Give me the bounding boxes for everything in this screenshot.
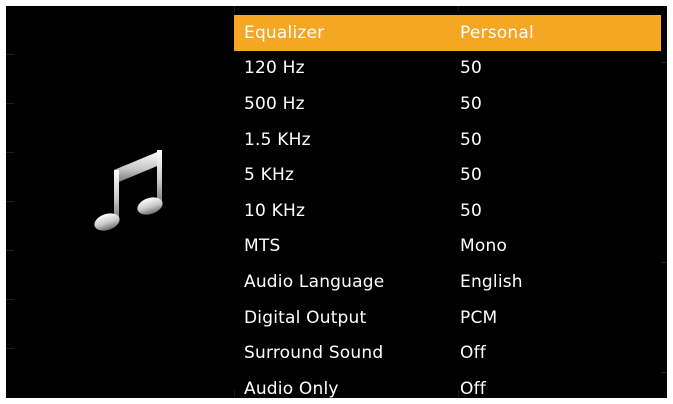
menu-item-label: Digital Output [244,307,367,328]
menu-item-label: 500 Hz [244,93,305,114]
audio-settings-screen: Equalizer Personal 120 Hz 50 500 Hz 50 1… [6,6,667,398]
menu-item-value: 50 [460,165,483,186]
menu-item-value: 50 [460,129,483,150]
menu-item-value: English [460,271,523,292]
menu-item-audio-only[interactable]: Audio Only Off [234,371,661,398]
menu-item-120hz[interactable]: 120 Hz 50 [234,51,661,87]
menu-item-mts[interactable]: MTS Mono [234,229,661,265]
menu-item-value: 50 [460,58,483,79]
menu-item-5khz[interactable]: 5 KHz 50 [234,157,661,193]
left-tick [6,54,14,55]
menu-item-500hz[interactable]: 500 Hz 50 [234,86,661,122]
menu-item-value: 50 [460,200,483,221]
left-tick [6,299,14,300]
menu-item-equalizer[interactable]: Equalizer Personal [234,15,661,51]
left-tick [6,103,14,104]
menu-item-10khz[interactable]: 10 KHz 50 [234,193,661,229]
left-tick [6,201,14,202]
menu-item-value: Off [460,343,486,364]
menu-item-label: Audio Only [244,378,339,398]
menu-item-value: PCM [460,307,498,328]
menu-item-label: Equalizer [244,22,325,43]
menu-item-value: 50 [460,93,483,114]
menu-item-value: Mono [460,236,508,257]
menu-item-label: 10 KHz [244,200,306,221]
left-tick [6,348,14,349]
menu-item-surround-sound[interactable]: Surround Sound Off [234,335,661,371]
menu-item-label: 5 KHz [244,165,295,186]
audio-menu: Equalizer Personal 120 Hz 50 500 Hz 50 1… [234,15,661,398]
menu-item-value: Personal [460,22,534,43]
left-tick [6,250,14,251]
menu-item-1-5khz[interactable]: 1.5 KHz 50 [234,122,661,158]
menu-item-label: 120 Hz [244,58,305,79]
right-tick [661,262,667,263]
menu-item-label: Audio Language [244,271,385,292]
menu-item-value: Off [460,378,486,398]
menu-item-label: Surround Sound [244,343,384,364]
menu-item-label: MTS [244,236,281,257]
top-tick [234,6,235,12]
menu-item-label: 1.5 KHz [244,129,311,150]
right-tick [661,372,667,373]
left-tick [6,152,14,153]
right-tick [661,62,667,63]
menu-item-digital-output[interactable]: Digital Output PCM [234,300,661,336]
menu-item-audio-language[interactable]: Audio Language English [234,264,661,300]
music-note-icon [92,148,172,234]
top-tick [458,6,459,12]
